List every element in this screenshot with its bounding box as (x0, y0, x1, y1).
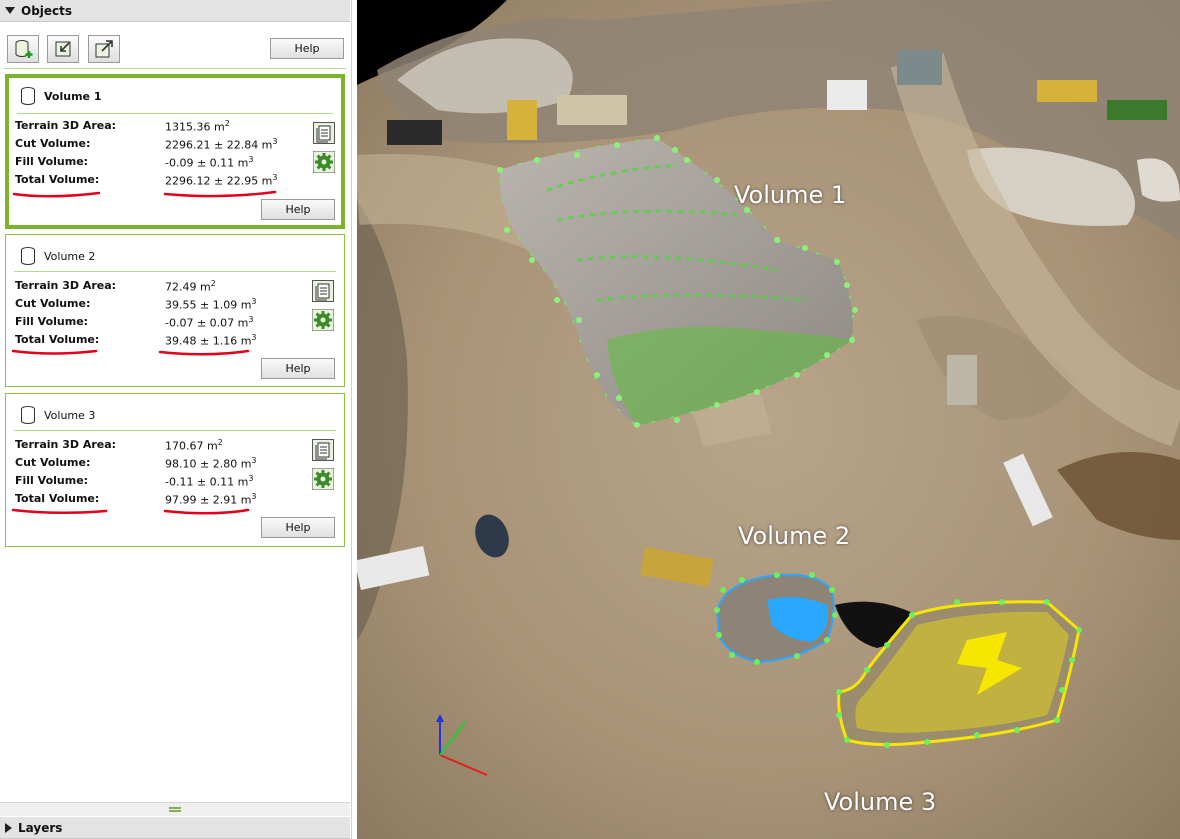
cut-volume-row: Cut Volume: 98.10 ± 2.80 m3 (15, 456, 315, 472)
new-volume-icon (15, 40, 33, 58)
terrain-area-label: Terrain 3D Area: (15, 279, 117, 292)
report-icon[interactable] (313, 122, 335, 144)
red-underline-marks (11, 508, 250, 515)
cut-volume-value: 39.55 ± 1.09 m3 (165, 297, 257, 312)
gear-icon[interactable] (312, 309, 334, 331)
fill-volume-label: Fill Volume: (15, 155, 89, 168)
volume-3-label: Volume 3 (824, 788, 937, 816)
volume-card-1[interactable]: Volume 1 Terrain 3D Area: 1315.36 m2 Cut… (5, 74, 345, 229)
card-divider (17, 113, 333, 114)
volume-2-label: Volume 2 (738, 522, 851, 550)
gear-icon[interactable] (312, 468, 334, 490)
fill-volume-value: -0.07 ± 0.07 m3 (165, 315, 254, 330)
cut-volume-row: Cut Volume: 2296.21 ± 22.84 m3 (15, 137, 315, 153)
volume-cylinder-icon (21, 247, 35, 265)
fill-volume-label: Fill Volume: (15, 315, 89, 328)
toolbar-divider (4, 68, 346, 69)
terrain-area-label: Terrain 3D Area: (15, 438, 117, 451)
total-volume-label: Total Volume: (15, 173, 100, 186)
cut-volume-label: Cut Volume: (15, 297, 91, 310)
volume-card-2[interactable]: Volume 2 Terrain 3D Area: 72.49 m2 Cut V… (5, 234, 345, 387)
objects-header[interactable]: Objects (0, 0, 350, 22)
fill-volume-row: Fill Volume: -0.07 ± 0.07 m3 (15, 315, 315, 331)
report-icon[interactable] (312, 439, 334, 461)
grip-icon (169, 807, 181, 812)
terrain-area-value: 170.67 m2 (165, 438, 223, 453)
new-volume-button[interactable] (7, 35, 39, 63)
cut-volume-label: Cut Volume: (15, 456, 91, 469)
card-divider (14, 271, 336, 272)
terrain-area-row: Terrain 3D Area: 170.67 m2 (15, 438, 315, 454)
fill-volume-value: -0.09 ± 0.11 m3 (165, 155, 254, 170)
card-divider (14, 430, 336, 431)
layers-header-label: Layers (18, 820, 63, 835)
volume-cylinder-icon (21, 406, 35, 424)
gear-icon[interactable] (313, 151, 335, 173)
fill-volume-label: Fill Volume: (15, 474, 89, 487)
terrain-area-row: Terrain 3D Area: 72.49 m2 (15, 279, 315, 295)
toolbar-help-button[interactable]: Help (270, 38, 344, 59)
volume-card-3[interactable]: Volume 3 Terrain 3D Area: 170.67 m2 Cut … (5, 393, 345, 547)
report-icon[interactable] (312, 280, 334, 302)
import-icon (55, 41, 71, 57)
volume-help-button[interactable]: Help (261, 199, 335, 220)
import-button[interactable] (47, 35, 79, 63)
cut-volume-row: Cut Volume: 39.55 ± 1.09 m3 (15, 297, 315, 313)
terrain-area-value: 1315.36 m2 (165, 119, 230, 134)
red-underline-marks (12, 190, 277, 198)
layers-header[interactable]: Layers (0, 817, 350, 839)
objects-header-label: Objects (21, 3, 73, 18)
aerial-pointcloud-scene (357, 0, 1180, 839)
volume-cylinder-icon (21, 87, 35, 105)
volume-help-button[interactable]: Help (261, 358, 335, 379)
objects-toolbar: Help (0, 30, 350, 66)
red-underline-marks (11, 349, 250, 356)
cut-volume-value: 98.10 ± 2.80 m3 (165, 456, 257, 471)
volume-1-label: Volume 1 (734, 181, 847, 209)
cut-volume-label: Cut Volume: (15, 137, 91, 150)
terrain-area-label: Terrain 3D Area: (15, 119, 117, 132)
collapse-triangle-icon[interactable] (5, 7, 15, 14)
export-button[interactable] (88, 35, 120, 63)
cut-volume-value: 2296.21 ± 22.84 m3 (165, 137, 278, 152)
panel-splitter[interactable] (0, 802, 350, 816)
fill-volume-row: Fill Volume: -0.09 ± 0.11 m3 (15, 155, 315, 171)
volume-name: Volume 3 (44, 409, 96, 422)
fill-volume-value: -0.11 ± 0.11 m3 (165, 474, 254, 489)
volume-name: Volume 2 (44, 250, 96, 263)
volume-name: Volume 1 (44, 90, 102, 103)
export-icon (95, 40, 113, 58)
expand-triangle-icon[interactable] (5, 822, 12, 833)
3d-view[interactable]: Volume 1 Volume 2 Volume 3 (357, 0, 1180, 839)
terrain-area-value: 72.49 m2 (165, 279, 216, 294)
terrain-area-row: Terrain 3D Area: 1315.36 m2 (15, 119, 315, 135)
fill-volume-row: Fill Volume: -0.11 ± 0.11 m3 (15, 474, 315, 490)
volume-help-button[interactable]: Help (261, 517, 335, 538)
objects-panel: Objects Help Volume 1 Terrain 3D Area: 1… (0, 0, 352, 839)
